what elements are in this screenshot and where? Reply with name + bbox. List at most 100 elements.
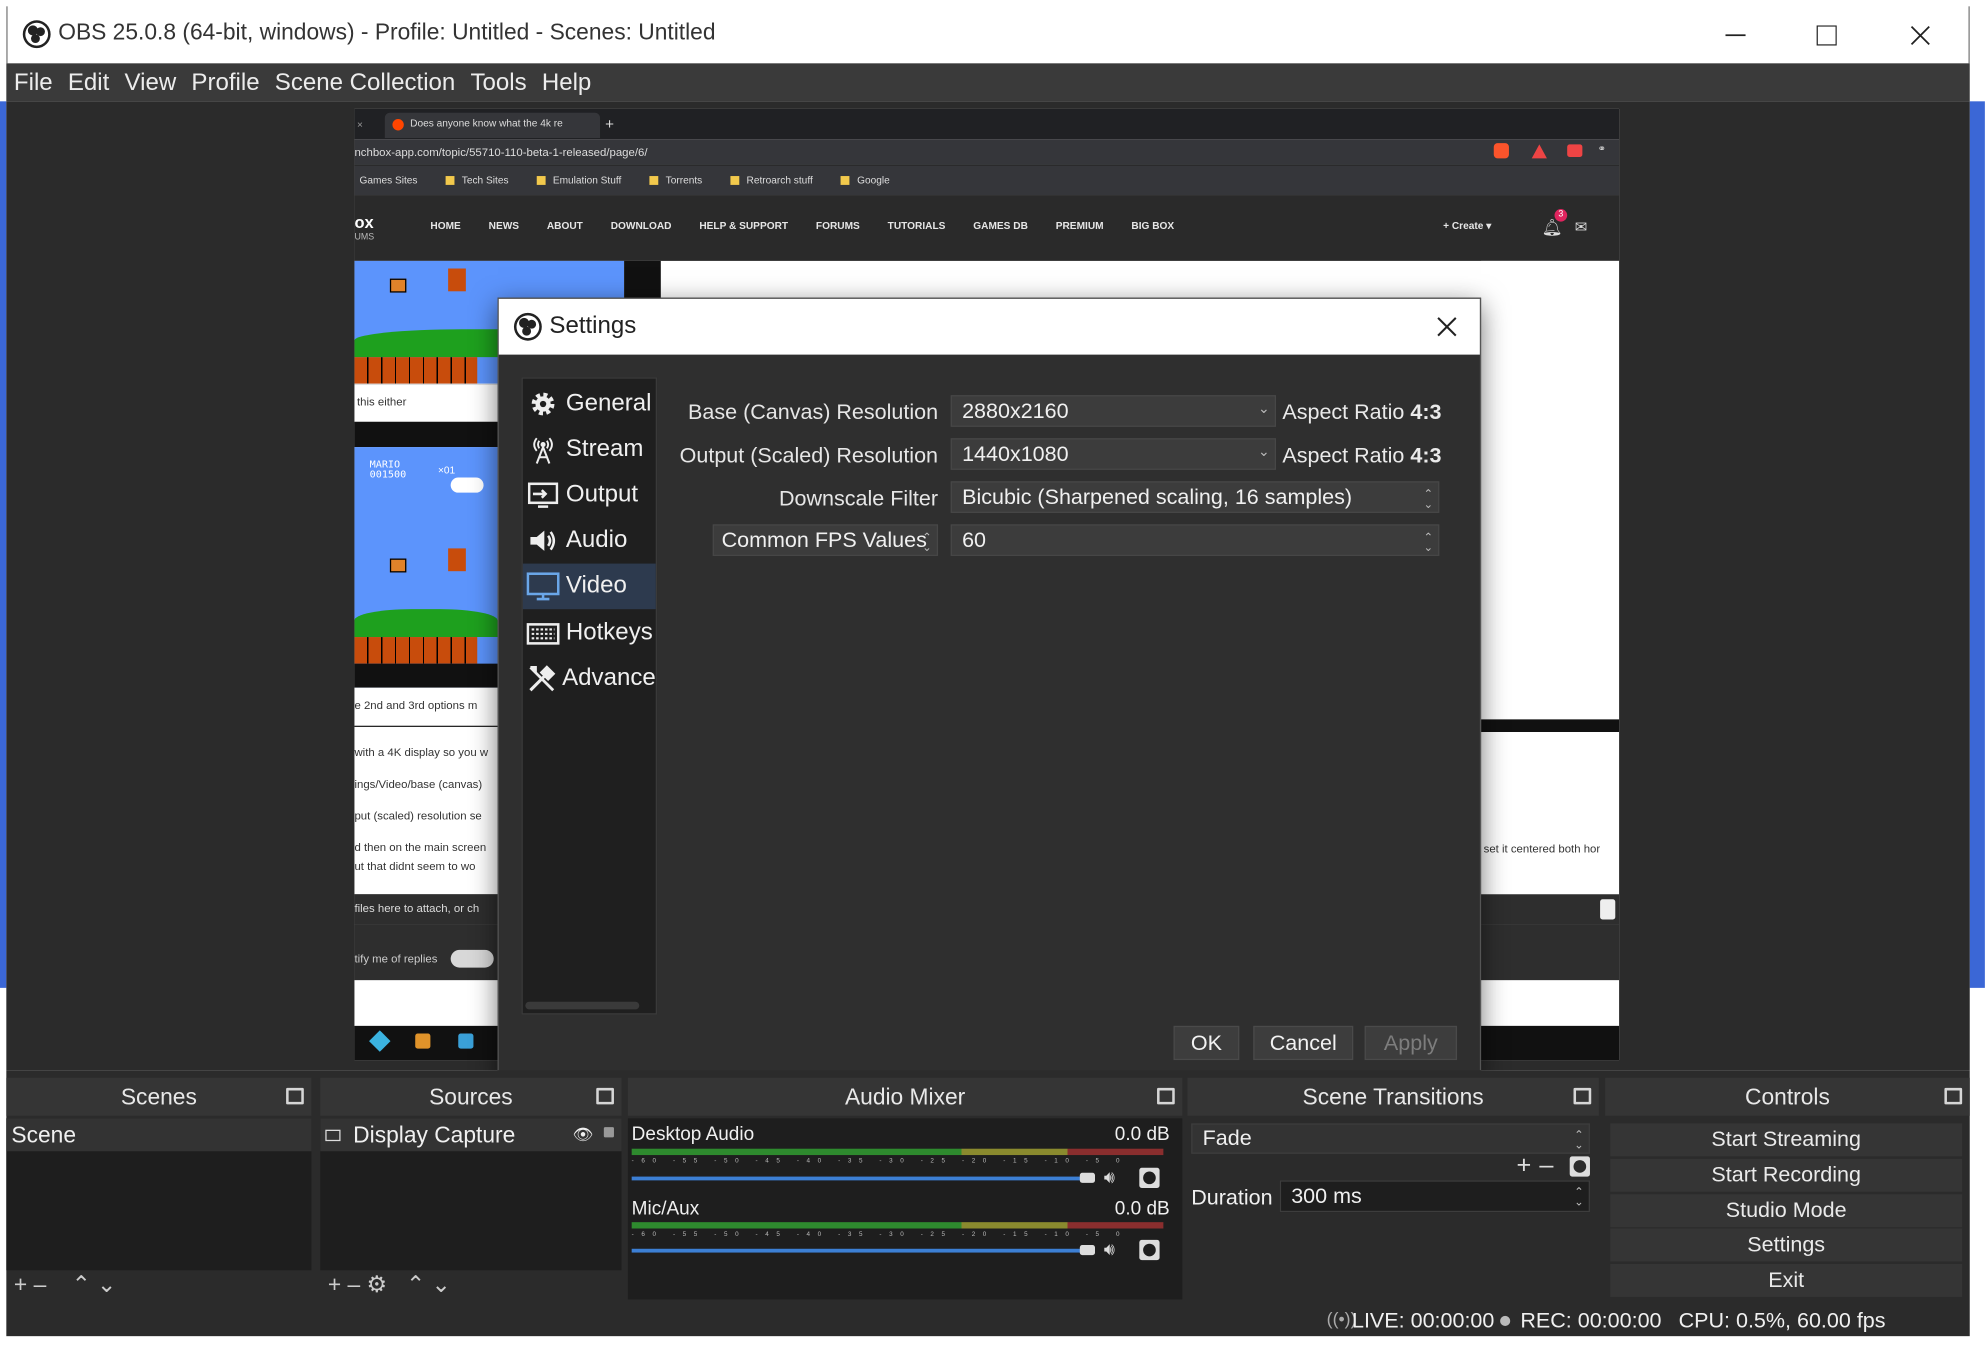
menu-view[interactable]: View: [117, 63, 184, 101]
fps-type-combo[interactable]: Common FPS Values ⌃ ⌄: [712, 524, 939, 556]
ground: [354, 637, 478, 664]
exit-button[interactable]: Exit: [1610, 1263, 1963, 1297]
sidebar-item-output[interactable]: Output: [523, 472, 656, 518]
black-bar: [1481, 719, 1620, 733]
source-item[interactable]: Display Capture 👁︎: [320, 1118, 622, 1152]
attach-button: [1600, 899, 1616, 920]
add-icon[interactable]: +: [14, 1271, 27, 1298]
menu-edit[interactable]: Edit: [60, 63, 117, 101]
transition-select[interactable]: Fade ⌃ ⌄: [1191, 1123, 1590, 1154]
add-icon[interactable]: +: [328, 1271, 341, 1298]
add-transition-icon[interactable]: +: [1517, 1151, 1532, 1180]
snippet-text: ings/Video/base (canvas): [354, 777, 483, 791]
output-resolution-value: 1440x1080: [962, 441, 1069, 466]
spinner-icon: ⌃ ⌄: [1574, 1128, 1584, 1152]
channel-settings-icon[interactable]: [1139, 1167, 1160, 1188]
meter-ticks: -60 -55 -50 -45 -40 -35 -30 -25 -20 -15 …: [631, 1157, 1128, 1166]
menu-scene-collection[interactable]: Scene Collection: [267, 63, 463, 101]
sidebar-item-advanced[interactable]: Advance: [523, 656, 656, 702]
sidebar-item-audio[interactable]: Audio: [523, 518, 656, 564]
sources-dock-header: Sources: [320, 1077, 622, 1116]
base-resolution-combo[interactable]: 2880x2160 ⌄: [950, 395, 1277, 427]
settings-title-bar: Settings: [498, 298, 1480, 355]
apply-button[interactable]: Apply: [1364, 1025, 1458, 1061]
menu-file[interactable]: File: [6, 63, 60, 101]
menu-help[interactable]: Help: [534, 63, 599, 101]
output-resolution-label: Output (Scaled) Resolution: [679, 443, 939, 468]
nav-link: GAMES DB: [973, 220, 1028, 232]
fps-value-combo[interactable]: 60 ⌃ ⌄: [950, 524, 1440, 556]
move-down-icon[interactable]: ⌄: [97, 1271, 116, 1298]
ok-button[interactable]: OK: [1173, 1025, 1240, 1061]
sidebar-item-general[interactable]: General: [523, 381, 656, 427]
remove-icon[interactable]: –: [348, 1271, 361, 1298]
site-logo-sub: UMS: [354, 233, 375, 242]
scene-item-label: Scene: [11, 1121, 77, 1147]
undock-icon[interactable]: [1157, 1087, 1175, 1105]
downscale-filter-combo[interactable]: Bicubic (Sharpened scaling, 16 samples) …: [950, 481, 1440, 513]
transition-settings-icon[interactable]: [1569, 1156, 1590, 1177]
close-icon[interactable]: [1437, 317, 1457, 337]
minimize-button[interactable]: [1691, 6, 1780, 63]
move-up-icon[interactable]: ⌃: [406, 1271, 425, 1298]
extension-icon-3: ⚭: [1597, 143, 1607, 155]
menu-profile[interactable]: Profile: [184, 63, 267, 101]
cancel-button[interactable]: Cancel: [1253, 1025, 1354, 1061]
spinner-icon: ⌃ ⌄: [1574, 1185, 1584, 1209]
bookmark: Tech Sites: [445, 175, 509, 186]
nav-link: PREMIUM: [1055, 220, 1104, 232]
audio-mixer-dock: Audio Mixer Desktop Audio 0.0 dB -60 -55…: [627, 1070, 1183, 1302]
settings-title: Settings: [549, 312, 637, 340]
start-streaming-button[interactable]: Start Streaming: [1610, 1123, 1963, 1157]
output-resolution-combo[interactable]: 1440x1080 ⌄: [950, 438, 1277, 470]
live-time: LIVE: 00:00:00: [1351, 1308, 1495, 1333]
aspect-prefix: Aspect Ratio: [1282, 400, 1405, 425]
duration-label: Duration: [1191, 1185, 1273, 1210]
start-recording-button[interactable]: Start Recording: [1610, 1158, 1963, 1192]
close-button[interactable]: [1876, 6, 1965, 63]
eye-icon[interactable]: 👁︎: [573, 1125, 594, 1145]
menu-tools[interactable]: Tools: [463, 63, 534, 101]
channel-settings-icon[interactable]: [1139, 1239, 1160, 1261]
snippet-text: e 2nd and 3rd options m: [354, 699, 478, 712]
move-up-icon[interactable]: ⌃: [72, 1271, 91, 1298]
new-tab-icon: +: [605, 115, 614, 133]
gear-icon[interactable]: ⚙: [367, 1271, 387, 1298]
slider-handle[interactable]: [1079, 1172, 1096, 1183]
maximize-button[interactable]: [1782, 6, 1871, 63]
undock-icon[interactable]: [596, 1087, 614, 1105]
hill: [354, 609, 498, 638]
sidebar-item-stream[interactable]: Stream: [523, 427, 656, 473]
speaker-icon[interactable]: 🔊︎: [1104, 1166, 1115, 1188]
obs-logo-icon: [22, 20, 51, 49]
taskbar-app-icon: [415, 1033, 431, 1049]
mario-coins: ×01: [438, 464, 456, 477]
black-bar: [354, 421, 498, 448]
sidebar-item-hotkeys[interactable]: Hotkeys: [523, 610, 656, 656]
undock-icon[interactable]: [286, 1087, 304, 1105]
sidebar-item-video[interactable]: Video: [522, 563, 656, 610]
undock-icon[interactable]: [1944, 1087, 1963, 1105]
spinner-icon: ⌃ ⌄: [1423, 530, 1433, 554]
dock-area: Scenes Scene + – ⌃ ⌄ Sources Display Cap…: [6, 1070, 1970, 1305]
snippet-text: with a 4K display so you w: [354, 745, 489, 759]
ground: [354, 357, 478, 384]
duration-spinbox[interactable]: 300 ms ⌃ ⌄: [1279, 1180, 1590, 1213]
studio-mode-button[interactable]: Studio Mode: [1610, 1194, 1963, 1228]
keyboard-icon: [525, 616, 560, 651]
base-aspect-ratio: Aspect Ratio 4:3: [1282, 400, 1441, 425]
settings-button[interactable]: Settings: [1610, 1228, 1963, 1262]
sidebar-scrollbar[interactable]: [525, 1001, 640, 1010]
scene-item[interactable]: Scene: [6, 1118, 312, 1152]
browser-tab-strip: × Does anyone know what the 4k re +: [354, 108, 1620, 140]
volume-slider[interactable]: [631, 1176, 1088, 1181]
lock-icon[interactable]: [603, 1127, 614, 1138]
remove-transition-icon[interactable]: –: [1539, 1151, 1553, 1180]
undock-icon[interactable]: [1573, 1087, 1592, 1105]
speaker-icon[interactable]: 🔊︎: [1104, 1239, 1115, 1261]
remove-icon[interactable]: –: [34, 1271, 47, 1298]
slider-handle[interactable]: [1079, 1244, 1096, 1256]
sidebar-item-label: Stream: [565, 435, 644, 463]
volume-slider[interactable]: [631, 1248, 1088, 1253]
move-down-icon[interactable]: ⌄: [431, 1271, 450, 1298]
